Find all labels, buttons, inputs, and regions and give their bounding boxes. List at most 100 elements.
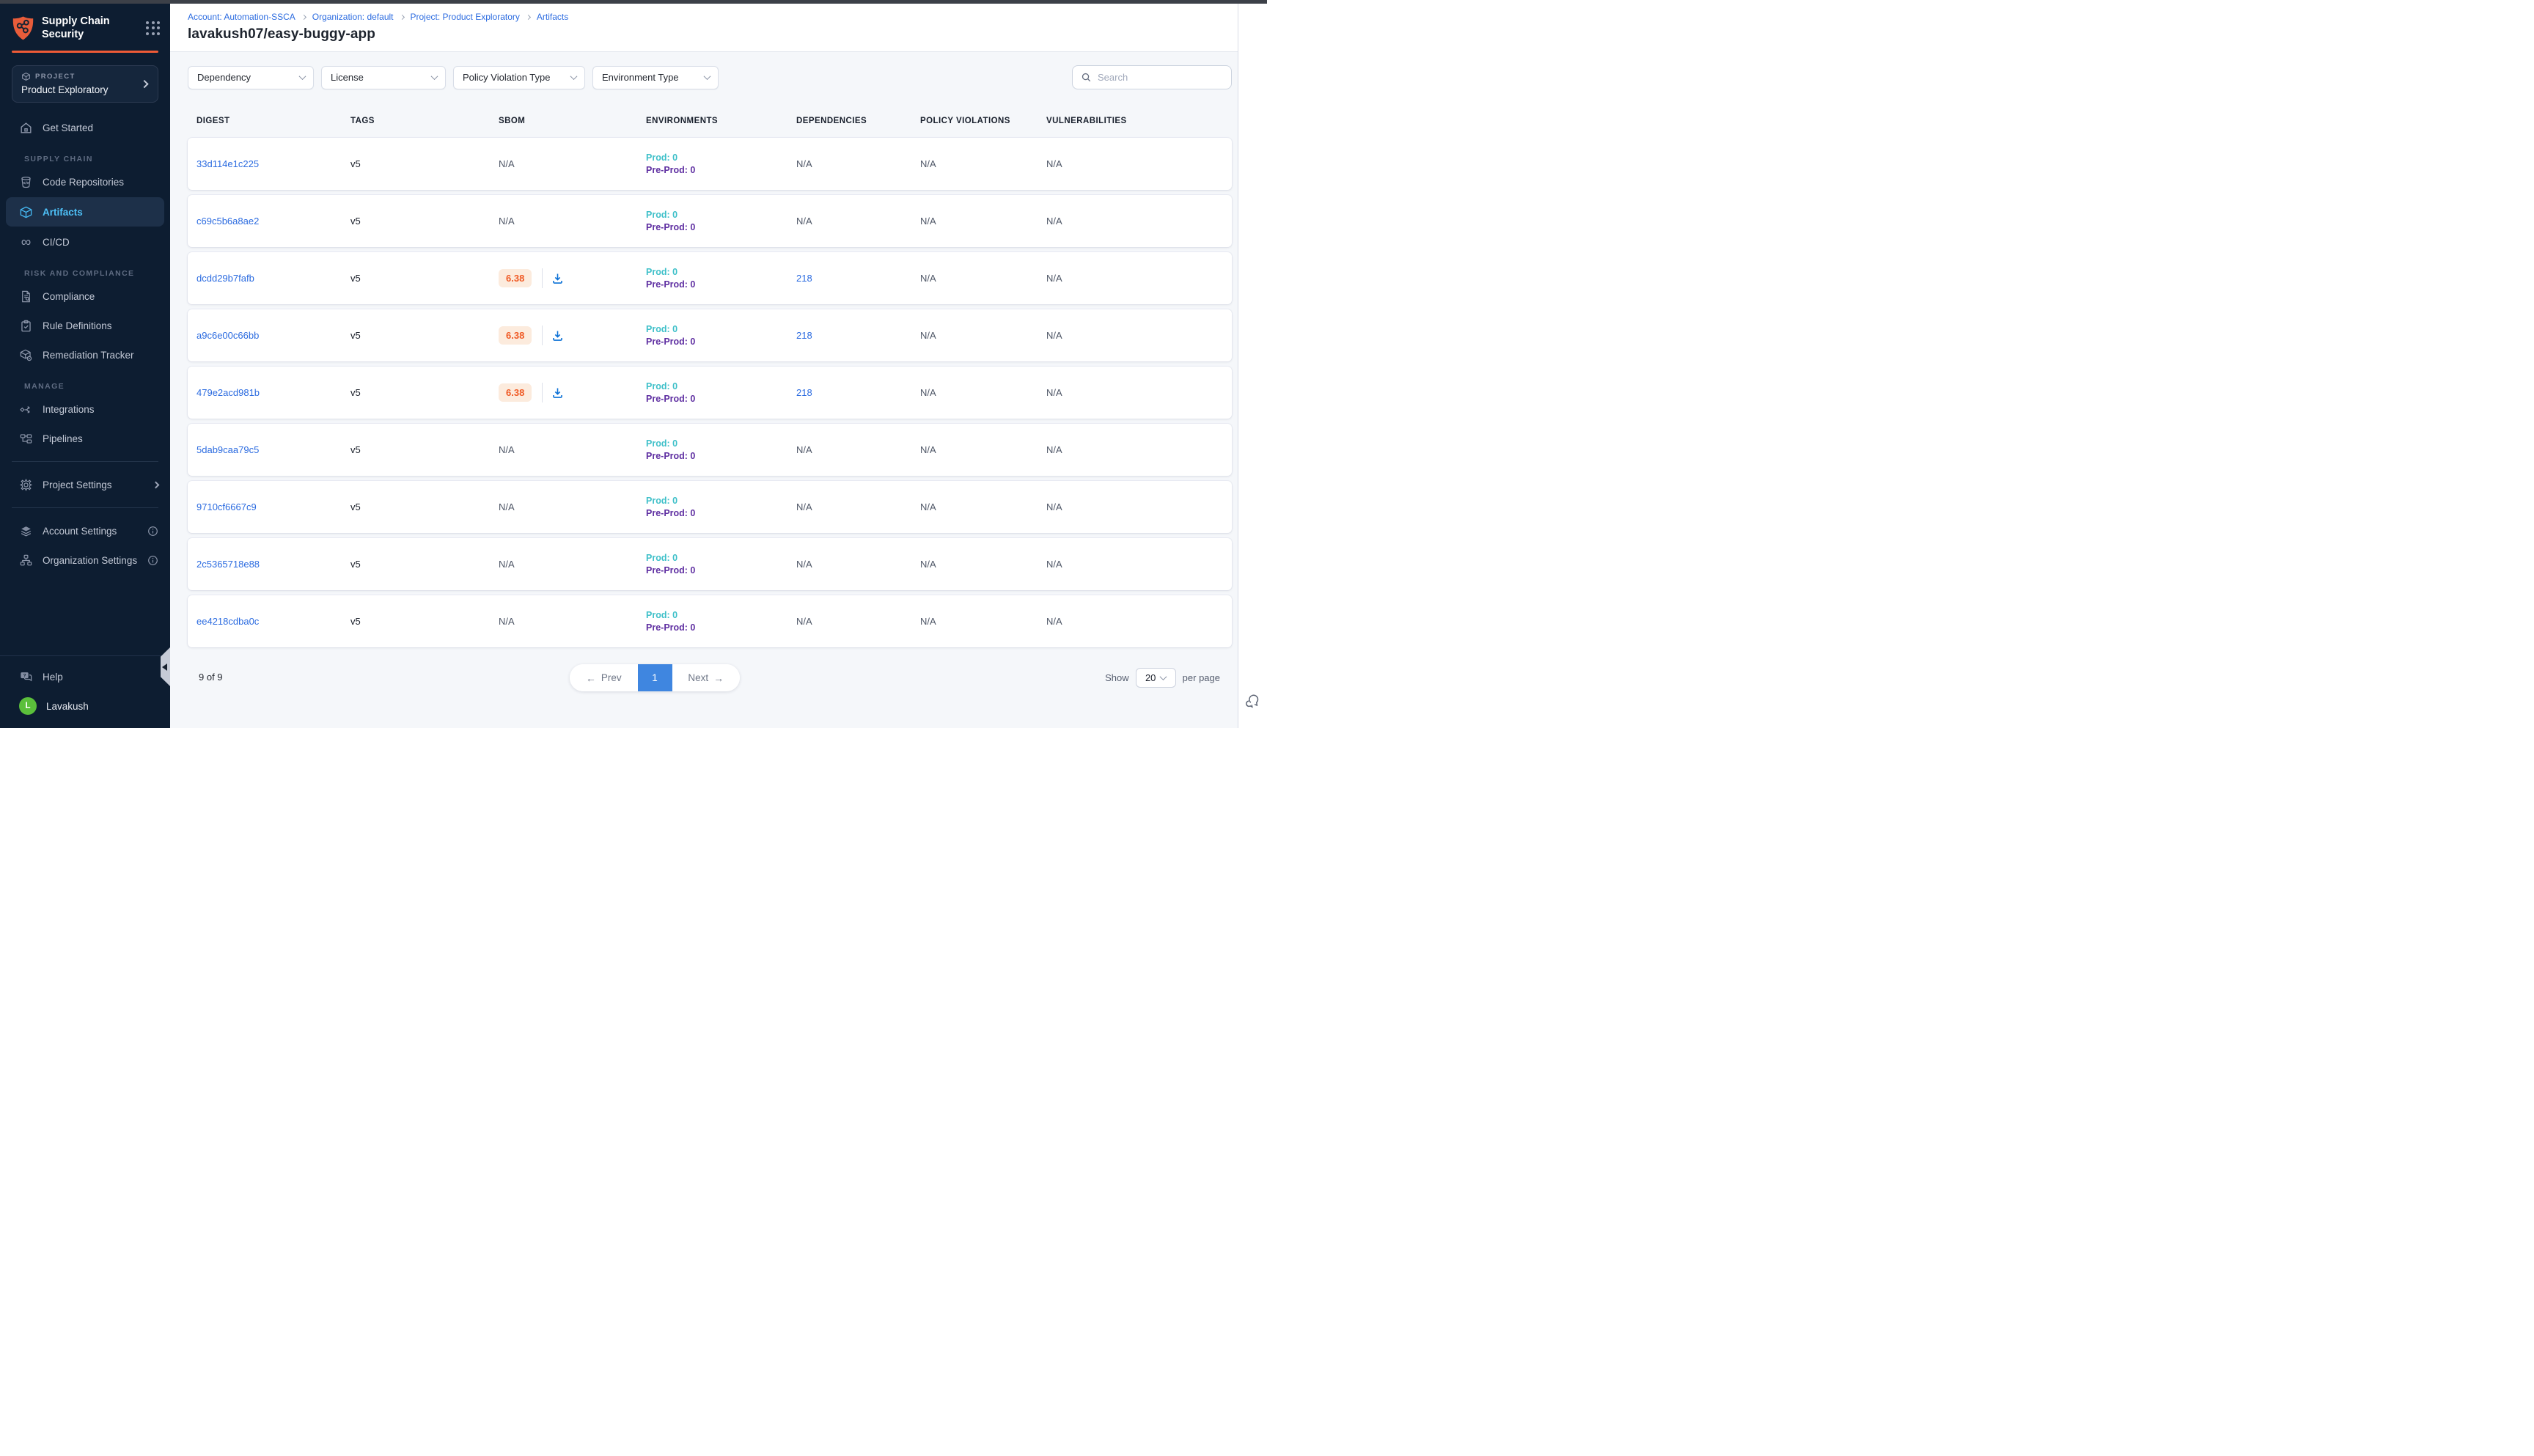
digest-link[interactable]: c69c5b6a8ae2 bbox=[197, 216, 259, 227]
pager: ← Prev 1 Next → bbox=[570, 664, 740, 691]
sidebar-item-get-started[interactable]: Get Started bbox=[0, 113, 170, 142]
sbom-na-value: N/A bbox=[499, 216, 515, 227]
breadcrumb-project[interactable]: Project: Product Exploratory bbox=[411, 12, 520, 22]
module-grid-icon[interactable] bbox=[146, 21, 160, 35]
next-page-button[interactable]: Next → bbox=[672, 664, 741, 691]
filter-license[interactable]: License bbox=[321, 66, 446, 89]
info-icon[interactable] bbox=[147, 526, 158, 537]
sidebar-item-help[interactable]: ? Help bbox=[0, 662, 170, 691]
filter-label: Policy Violation Type bbox=[463, 72, 550, 83]
env-preprod-value: Pre-Prod: 0 bbox=[646, 221, 796, 234]
env-preprod-value: Pre-Prod: 0 bbox=[646, 622, 796, 634]
chevron-right-icon bbox=[153, 482, 158, 488]
filter-environment-type[interactable]: Environment Type bbox=[592, 66, 719, 89]
digest-link[interactable]: 479e2acd981b bbox=[197, 387, 260, 398]
section-label-risk-and-compliance: RISK AND COMPLIANCE bbox=[0, 269, 170, 278]
env-prod-value: Prod: 0 bbox=[646, 380, 796, 393]
chevron-down-icon bbox=[704, 73, 711, 80]
sidebar-item-label: Project Settings bbox=[43, 479, 112, 490]
digest-link[interactable]: 9710cf6667c9 bbox=[197, 501, 257, 512]
env-prod-value: Prod: 0 bbox=[646, 495, 796, 507]
filter-dependency[interactable]: Dependency bbox=[188, 66, 314, 89]
search-icon bbox=[1081, 72, 1092, 83]
environments-cell: Prod: 0 Pre-Prod: 0 bbox=[646, 266, 796, 291]
digest-link[interactable]: a9c6e00c66bb bbox=[197, 330, 259, 341]
arrow-right-icon: → bbox=[713, 673, 724, 683]
dependencies-na-value: N/A bbox=[796, 158, 812, 169]
sbom-score-badge: 6.38 bbox=[499, 326, 532, 345]
page-title: lavakush07/easy-buggy-app bbox=[188, 26, 1238, 43]
divider bbox=[542, 268, 543, 288]
table-row: 2c5365718e88 v5 N/A Prod: 0 Pre-Prod: 0 … bbox=[188, 538, 1232, 590]
artifacts-cube-icon bbox=[19, 205, 33, 219]
sidebar-item-artifacts[interactable]: Artifacts bbox=[6, 197, 164, 227]
breadcrumb-account[interactable]: Account: Automation-SSCA bbox=[188, 12, 295, 22]
vulnerabilities-cell: N/A bbox=[1046, 273, 1232, 284]
breadcrumb-organization[interactable]: Organization: default bbox=[312, 12, 394, 22]
sbom-na-value: N/A bbox=[499, 501, 515, 512]
digest-link[interactable]: 33d114e1c225 bbox=[197, 158, 259, 169]
prev-page-button[interactable]: ← Prev bbox=[570, 664, 638, 691]
sidebar-nav: Get Started SUPPLY CHAIN Code Repositori… bbox=[0, 113, 170, 655]
sbom-cell: N/A bbox=[499, 158, 646, 169]
sidebar-item-remediation-tracker[interactable]: Remediation Tracker bbox=[0, 340, 170, 369]
dependencies-link[interactable]: 218 bbox=[796, 330, 812, 341]
sidebar-bottom: ? Help L Lavakush bbox=[0, 655, 170, 728]
dependencies-cell: 218 bbox=[796, 387, 920, 398]
sidebar-item-label: Account Settings bbox=[43, 526, 117, 537]
digest-link[interactable]: 5dab9caa79c5 bbox=[197, 444, 259, 455]
env-prod-value: Prod: 0 bbox=[646, 266, 796, 279]
sbom-download-button[interactable] bbox=[551, 272, 564, 284]
sidebar-item-user[interactable]: L Lavakush bbox=[0, 691, 170, 721]
digest-link[interactable]: dcdd29b7fafb bbox=[197, 273, 254, 284]
sidebar-item-organization-settings[interactable]: Organization Settings bbox=[0, 545, 170, 575]
project-name: Product Exploratory bbox=[21, 84, 149, 95]
sidebar-item-pipelines[interactable]: Pipelines bbox=[0, 424, 170, 453]
env-preprod-value: Pre-Prod: 0 bbox=[646, 450, 796, 463]
sidebar-item-label: CI/CD bbox=[43, 237, 70, 248]
env-prod-value: Prod: 0 bbox=[646, 209, 796, 221]
per-page-label: per page bbox=[1183, 672, 1220, 683]
page-size-select[interactable]: 20 bbox=[1136, 668, 1176, 688]
project-selector[interactable]: PROJECT Product Exploratory bbox=[12, 65, 158, 103]
sidebar-item-integrations[interactable]: Integrations bbox=[0, 394, 170, 424]
dependencies-cell: N/A bbox=[796, 158, 920, 169]
right-rail bbox=[1238, 4, 1267, 728]
search-input[interactable] bbox=[1098, 72, 1227, 83]
sbom-cell: 6.38 bbox=[499, 268, 646, 288]
dependencies-na-value: N/A bbox=[796, 501, 812, 512]
environments-cell: Prod: 0 Pre-Prod: 0 bbox=[646, 380, 796, 405]
column-header-vulnerabilities: VULNERABILITIES bbox=[1046, 117, 1232, 125]
chat-support-icon[interactable] bbox=[1245, 693, 1261, 709]
filter-policy-violation-type[interactable]: Policy Violation Type bbox=[453, 66, 585, 89]
sidebar-item-code-repositories[interactable]: Code Repositories bbox=[0, 167, 170, 196]
sbom-download-button[interactable] bbox=[551, 386, 564, 399]
env-preprod-value: Pre-Prod: 0 bbox=[646, 336, 796, 348]
sidebar-item-account-settings[interactable]: Account Settings bbox=[0, 516, 170, 545]
env-preprod-value: Pre-Prod: 0 bbox=[646, 507, 796, 520]
current-page-button[interactable]: 1 bbox=[638, 664, 672, 691]
filter-bar: Dependency License Policy Violation Type… bbox=[188, 65, 1232, 89]
gear-icon bbox=[19, 478, 33, 492]
arrow-left-icon: ← bbox=[586, 673, 596, 683]
digest-cell: 9710cf6667c9 bbox=[197, 501, 350, 512]
vulnerabilities-cell: N/A bbox=[1046, 330, 1232, 341]
chevron-down-icon bbox=[570, 73, 578, 80]
digest-link[interactable]: 2c5365718e88 bbox=[197, 559, 260, 570]
tags-cell: v5 bbox=[350, 501, 499, 512]
info-icon[interactable] bbox=[147, 555, 158, 566]
table-row: 5dab9caa79c5 v5 N/A Prod: 0 Pre-Prod: 0 … bbox=[188, 424, 1232, 476]
column-header-policy-violations: POLICY VIOLATIONS bbox=[920, 117, 1046, 125]
sidebar-item-cicd[interactable]: ∞ CI/CD bbox=[0, 227, 170, 257]
dependencies-link[interactable]: 218 bbox=[796, 273, 812, 284]
sidebar-item-rule-definitions[interactable]: Rule Definitions bbox=[0, 311, 170, 340]
layers-gear-icon bbox=[19, 524, 33, 538]
sidebar-item-project-settings[interactable]: Project Settings bbox=[0, 470, 170, 499]
breadcrumb-artifacts[interactable]: Artifacts bbox=[537, 12, 568, 22]
sidebar-item-compliance[interactable]: Compliance bbox=[0, 282, 170, 311]
digest-cell: 479e2acd981b bbox=[197, 387, 350, 398]
dependencies-link[interactable]: 218 bbox=[796, 387, 812, 398]
chevron-down-icon bbox=[1160, 673, 1167, 680]
sbom-download-button[interactable] bbox=[551, 329, 564, 342]
digest-link[interactable]: ee4218cdba0c bbox=[197, 616, 259, 627]
